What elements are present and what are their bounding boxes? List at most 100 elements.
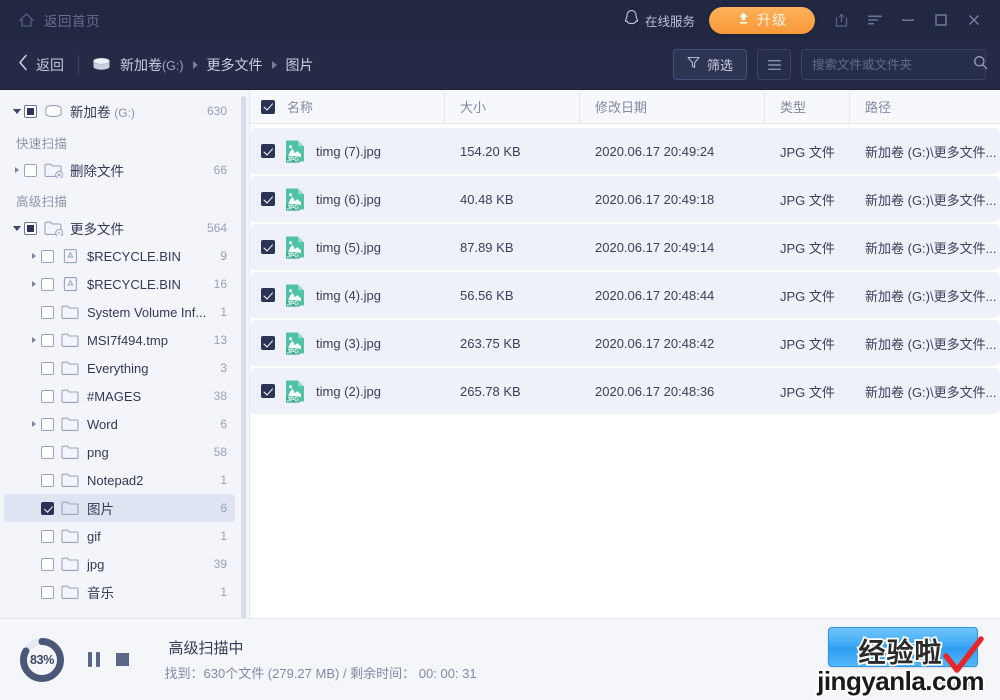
row-checkbox[interactable] — [261, 144, 275, 158]
search-box[interactable] — [801, 49, 988, 80]
toolbar-divider — [78, 54, 79, 75]
tree-item-label: Notepad2 — [87, 472, 144, 488]
menu-icon[interactable] — [858, 4, 891, 36]
table-row[interactable]: JPG timg (3).jpg 263.75 KB 2020.06.17 20:48… — [250, 320, 1000, 366]
cell-name: JPG timg (6).jpg — [250, 187, 445, 211]
sidebar-item-notepad2[interactable]: Notepad2 1 — [4, 466, 235, 494]
tree-checkbox-1-11[interactable] — [41, 529, 54, 543]
scan-status-text: 高级扫描中 找到：630个文件 (279.27 MB) / 剩余时间： 00: … — [165, 637, 477, 682]
filter-label: 筛选 — [706, 58, 733, 73]
tree-item-count: 6 — [220, 417, 227, 431]
sidebar-item-删除文件[interactable]: 删除文件 66 — [4, 156, 235, 184]
breadcrumb-item-0[interactable]: 新加卷(G:) — [120, 55, 184, 75]
tree-item-label: jpg — [87, 556, 105, 572]
column-header-type[interactable]: 类型 — [765, 90, 850, 123]
chevron-right-icon[interactable] — [10, 167, 24, 173]
table-row[interactable]: JPG timg (6).jpg 40.48 KB 2020.06.17 20:49:… — [250, 176, 1000, 222]
tree-item-label: System Volume Inf... — [87, 304, 207, 320]
tree-item-count: 1 — [220, 305, 227, 319]
sidebar-item-png[interactable]: png 58 — [4, 438, 235, 466]
sidebar-item-图片[interactable]: 图片 6 — [4, 494, 235, 522]
tree-checkbox-1-10[interactable] — [41, 501, 54, 515]
sidebar-item-word[interactable]: Word 6 — [4, 410, 235, 438]
sidebar-item-msi7f494-tmp[interactable]: MSI7f494.tmp 13 — [4, 326, 235, 354]
close-icon[interactable] — [957, 4, 990, 36]
column-header-path[interactable]: 路径 — [850, 90, 1000, 123]
tree-checkbox-1-0[interactable] — [24, 221, 37, 235]
upgrade-label: 升级 — [757, 12, 787, 28]
row-checkbox[interactable] — [261, 336, 275, 350]
online-service-label: 在线服务 — [644, 14, 695, 29]
sidebar-item-jpg[interactable]: jpg 39 — [4, 550, 235, 578]
tree-checkbox-1-6[interactable] — [41, 389, 54, 403]
row-checkbox[interactable] — [261, 384, 275, 398]
tree-item-label: $RECYCLE.BIN — [87, 276, 181, 292]
tree-checkbox-1-13[interactable] — [41, 585, 54, 599]
table-row[interactable]: JPG timg (5).jpg 87.89 KB 2020.06.17 20:49:… — [250, 224, 1000, 270]
jpg-file-icon: JPG — [284, 235, 306, 259]
tree-checkbox-1-9[interactable] — [41, 473, 54, 487]
sidebar-item--mages[interactable]: #MAGES 38 — [4, 382, 235, 410]
column-header-date-label: 修改日期 — [595, 100, 648, 115]
upgrade-button[interactable]: 升级 — [709, 6, 815, 34]
sidebar-item--recycle-bin[interactable]: $RECYCLE.BIN 9 — [4, 242, 235, 270]
list-view-icon[interactable] — [757, 49, 791, 80]
chevron-down-icon[interactable] — [10, 225, 24, 231]
sidebar-item-音乐[interactable]: 音乐 1 — [4, 578, 235, 606]
chevron-right-icon[interactable] — [27, 253, 41, 259]
tree-checkbox-1-1[interactable] — [41, 249, 54, 263]
tree-checkbox-1-8[interactable] — [41, 445, 54, 459]
tree-checkbox-1-3[interactable] — [41, 305, 54, 319]
recover-label: 恢复 — [900, 639, 931, 657]
pause-icon[interactable] — [88, 652, 100, 667]
sidebar-item-system-volume-inf-[interactable]: System Volume Inf... 1 — [4, 298, 235, 326]
tree-checkbox-1-7[interactable] — [41, 417, 54, 431]
tree-item-label: gif — [87, 528, 101, 544]
back-button[interactable]: 返回 — [18, 54, 76, 76]
search-input[interactable] — [812, 57, 973, 72]
column-header-name[interactable]: 名称 — [250, 90, 445, 123]
minimize-icon[interactable] — [891, 4, 924, 36]
chevron-down-icon[interactable] — [10, 108, 24, 114]
maximize-icon[interactable] — [924, 4, 957, 36]
table-row[interactable]: JPG timg (4).jpg 56.56 KB 2020.06.17 20:48:… — [250, 272, 1000, 318]
search-icon[interactable] — [973, 55, 988, 75]
recover-button[interactable]: 恢复 — [828, 627, 978, 667]
window-controls — [825, 4, 990, 36]
chevron-right-icon[interactable] — [27, 281, 41, 287]
filter-button[interactable]: 筛选 — [672, 49, 747, 80]
stop-icon[interactable] — [115, 653, 129, 666]
tree-checkbox-1-4[interactable] — [41, 333, 54, 347]
sidebar-item-everything[interactable]: Everything 3 — [4, 354, 235, 382]
chevron-right-icon[interactable] — [27, 421, 41, 427]
breadcrumb-item-2[interactable]: 图片 — [286, 55, 314, 75]
tree-checkbox-root[interactable] — [24, 104, 37, 118]
disk-drive-icon — [44, 104, 63, 119]
tree-item-root[interactable]: 新加卷 (G:) 630 — [4, 96, 235, 126]
sidebar-item-更多文件[interactable]: 更多文件 564 — [4, 214, 235, 242]
tree-checkbox-1-2[interactable] — [41, 277, 54, 291]
cell-date: 2020.06.17 20:49:24 — [595, 143, 715, 159]
chevron-right-icon[interactable] — [27, 337, 41, 343]
row-checkbox[interactable] — [261, 192, 275, 206]
row-checkbox[interactable] — [261, 240, 275, 254]
row-checkbox[interactable] — [261, 288, 275, 302]
online-service-button[interactable]: 在线服务 — [624, 9, 695, 31]
column-header-size[interactable]: 大小 — [445, 90, 580, 123]
tree-checkbox-1-12[interactable] — [41, 557, 54, 571]
table-row[interactable]: JPG timg (2).jpg 265.78 KB 2020.06.17 20:48… — [250, 368, 1000, 414]
share-icon[interactable] — [825, 4, 858, 36]
home-button[interactable]: 返回首页 — [18, 10, 100, 30]
recycle-bin-icon — [61, 248, 80, 264]
upgrade-arrow-icon — [737, 11, 750, 29]
tree-checkbox-0-0[interactable] — [24, 163, 37, 177]
table-row[interactable]: JPG timg (7).jpg 154.20 KB 2020.06.17 20:49… — [250, 128, 1000, 174]
sidebar-scrollbar[interactable] — [241, 96, 246, 618]
select-all-checkbox[interactable] — [261, 99, 275, 114]
tree-checkbox-1-5[interactable] — [41, 361, 54, 375]
breadcrumb-item-1[interactable]: 更多文件 — [207, 55, 263, 75]
cell-date: 2020.06.17 20:48:42 — [595, 335, 715, 351]
column-header-date[interactable]: 修改日期 — [580, 90, 765, 123]
sidebar-item-gif[interactable]: gif 1 — [4, 522, 235, 550]
sidebar-item--recycle-bin[interactable]: $RECYCLE.BIN 16 — [4, 270, 235, 298]
